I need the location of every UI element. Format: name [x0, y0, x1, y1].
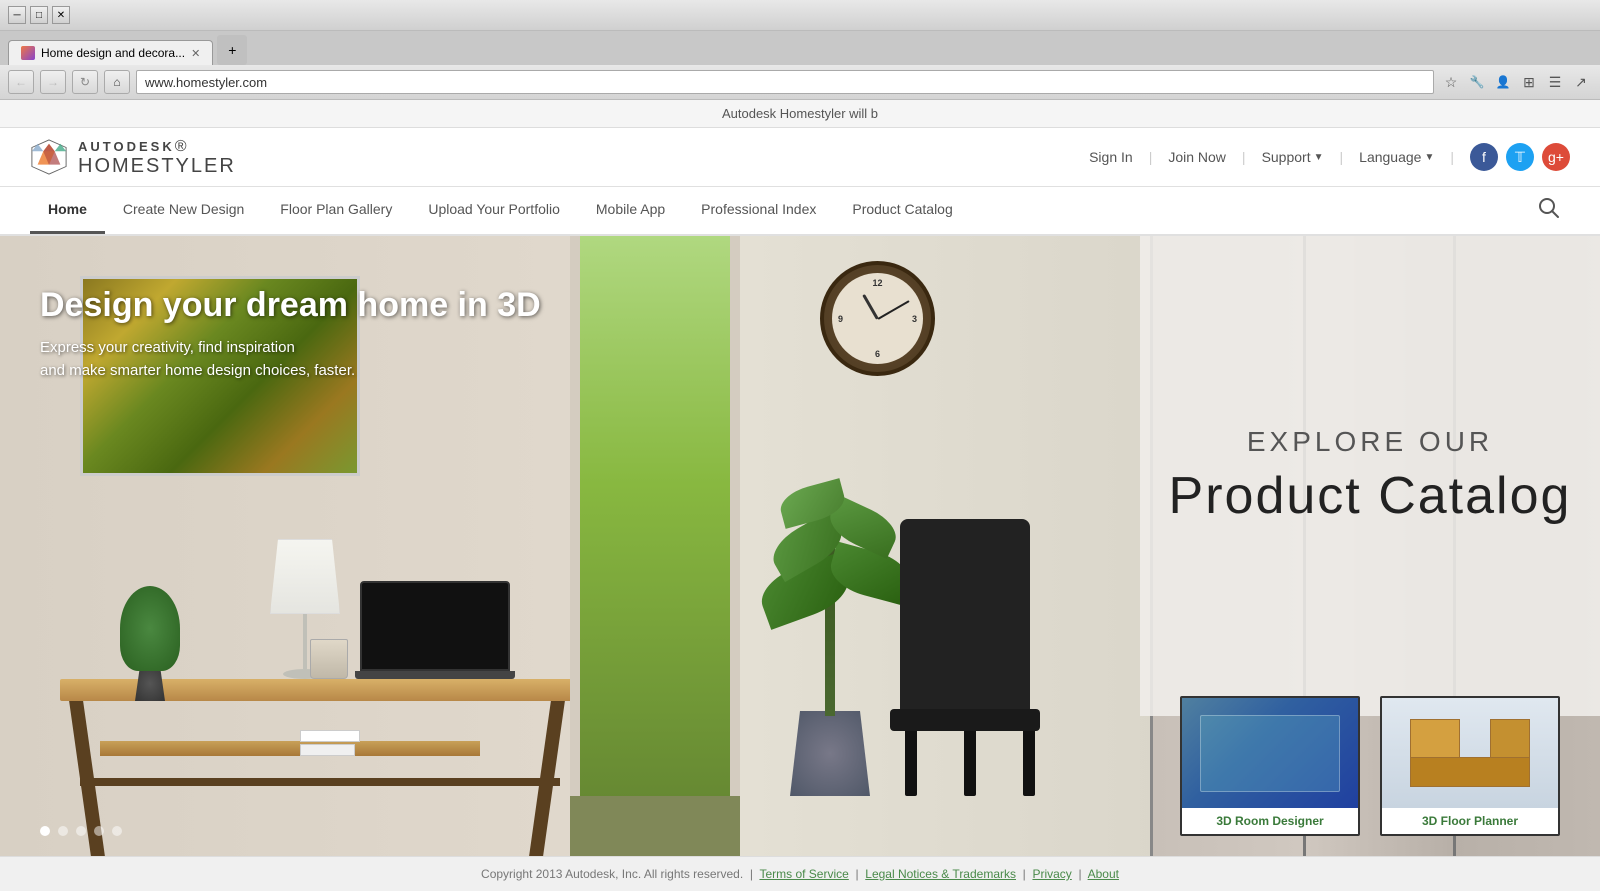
nav-item-catalog[interactable]: Product Catalog — [834, 187, 970, 234]
tab-favicon — [21, 46, 35, 60]
refresh-button[interactable]: ↻ — [72, 70, 98, 94]
floor-planner-card[interactable]: 3D Floor Planner — [1380, 696, 1560, 836]
desk-books — [300, 730, 360, 756]
footer-legal-link[interactable]: Legal Notices & Trademarks — [865, 867, 1016, 881]
desk-chair — [900, 519, 1040, 796]
bookmark-star-icon[interactable]: ☆ — [1440, 71, 1462, 93]
user-icon[interactable]: 👤 — [1492, 71, 1514, 93]
site-footer: Copyright 2013 Autodesk, Inc. All rights… — [0, 856, 1600, 891]
website-content: Autodesk Homestyler will b AUTODESK® HOM… — [0, 100, 1600, 891]
language-label: Language — [1359, 149, 1421, 165]
logo-autodesk: AUTODESK — [78, 139, 175, 154]
explore-label: EXPLORE OUR — [1247, 426, 1493, 458]
header-right: Sign In | Join Now | Support ▼ | Languag… — [1089, 143, 1570, 171]
language-chevron-icon: ▼ — [1424, 152, 1434, 163]
floor-planner-thumbnail — [1382, 698, 1558, 808]
language-menu[interactable]: Language ▼ — [1359, 149, 1434, 165]
bottom-thumbnails: 3D Room Designer 3D Floor Planner — [1180, 696, 1560, 836]
support-chevron-icon: ▼ — [1314, 152, 1324, 163]
nav-item-home[interactable]: Home — [30, 187, 105, 234]
googleplus-icon[interactable]: g+ — [1542, 143, 1570, 171]
browser-titlebar: ─ □ ✕ — [0, 0, 1600, 31]
floor-planner-label: 3D Floor Planner — [1382, 808, 1558, 834]
desk-mug — [310, 639, 348, 679]
nav-item-portfolio[interactable]: Upload Your Portfolio — [410, 187, 578, 234]
back-button[interactable]: ← — [8, 70, 34, 94]
tab-title: Home design and decora... — [41, 46, 185, 60]
window-controls[interactable]: ─ □ ✕ — [8, 6, 70, 24]
catalog-label: Product Catalog — [1169, 468, 1572, 525]
desk-shelf — [100, 741, 480, 756]
desk-plant — [120, 581, 180, 701]
dot-3[interactable] — [76, 826, 86, 836]
facebook-icon[interactable]: f — [1470, 143, 1498, 171]
hero-title: Design your dream home in 3D — [40, 286, 541, 325]
maximize-button[interactable]: □ — [30, 6, 48, 24]
footer-about-link[interactable]: About — [1088, 867, 1119, 881]
search-icon — [1538, 197, 1560, 219]
window-outdoor — [570, 236, 740, 856]
twitter-icon[interactable]: 𝕋 — [1506, 143, 1534, 171]
url-text: www.homestyler.com — [145, 75, 267, 90]
address-bar[interactable]: www.homestyler.com — [136, 70, 1434, 94]
browser-tab-active[interactable]: Home design and decora... ✕ — [8, 40, 213, 65]
menu-icon[interactable]: ☰ — [1544, 71, 1566, 93]
product-catalog-panel: EXPLORE OUR Product Catalog — [1140, 236, 1600, 716]
minimize-button[interactable]: ─ — [8, 6, 26, 24]
room-designer-label: 3D Room Designer — [1182, 808, 1358, 834]
autodesk-logo-icon — [30, 138, 68, 176]
dot-2[interactable] — [58, 826, 68, 836]
share-icon[interactable]: ↗ — [1570, 71, 1592, 93]
notification-text: Autodesk Homestyler will b — [722, 106, 878, 121]
browser-toolbar: ← → ↻ ⌂ www.homestyler.com ☆ 🔧 👤 ⊞ ☰ ↗ — [0, 65, 1600, 100]
forward-button[interactable]: → — [40, 70, 66, 94]
footer-terms-link[interactable]: Terms of Service — [759, 867, 848, 881]
toolbar-icons: ☆ 🔧 👤 ⊞ ☰ ↗ — [1440, 71, 1592, 93]
tab-bar: Home design and decora... ✕ + — [0, 31, 1600, 65]
footer-privacy-link[interactable]: Privacy — [1032, 867, 1071, 881]
logo-text: AUTODESK® HOMESTYLER — [78, 138, 236, 176]
dot-1[interactable] — [40, 826, 50, 836]
dot-4[interactable] — [94, 826, 104, 836]
home-button[interactable]: ⌂ — [104, 70, 130, 94]
nav-links: Home Create New Design Floor Plan Galler… — [30, 187, 971, 234]
logo-homestyler: HOMESTYLER — [78, 156, 236, 176]
logo-area: AUTODESK® HOMESTYLER — [30, 138, 236, 176]
social-icons: f 𝕋 g+ — [1470, 143, 1570, 171]
desk-crossbar — [80, 778, 560, 786]
nav-item-create[interactable]: Create New Design — [105, 187, 262, 234]
nav-item-mobile[interactable]: Mobile App — [578, 187, 683, 234]
hero-subtitle-line2: and make smarter home design choices, fa… — [40, 362, 355, 379]
room-designer-card[interactable]: 3D Room Designer — [1180, 696, 1360, 836]
search-button[interactable] — [1528, 187, 1570, 234]
browser-chrome: ─ □ ✕ Home design and decora... ✕ + ← → … — [0, 0, 1600, 100]
nav-item-floorplan[interactable]: Floor Plan Gallery — [262, 187, 410, 234]
footer-copyright: Copyright 2013 Autodesk, Inc. All rights… — [481, 867, 743, 881]
extensions-icon[interactable]: 🔧 — [1466, 71, 1488, 93]
hero-subtitle: Express your creativity, find inspiratio… — [40, 337, 541, 382]
support-label: Support — [1262, 149, 1311, 165]
hero-subtitle-line1: Express your creativity, find inspiratio… — [40, 339, 295, 356]
join-now-link[interactable]: Join Now — [1168, 149, 1226, 165]
site-header: AUTODESK® HOMESTYLER Sign In | Join Now … — [0, 128, 1600, 187]
hero-section: 12 3 6 9 — [0, 236, 1600, 856]
sign-in-link[interactable]: Sign In — [1089, 149, 1133, 165]
apps-icon[interactable]: ⊞ — [1518, 71, 1540, 93]
wall-clock: 12 3 6 9 — [820, 261, 935, 376]
new-tab-button[interactable]: + — [217, 35, 247, 65]
close-button[interactable]: ✕ — [52, 6, 70, 24]
room-designer-thumbnail — [1182, 698, 1358, 808]
hero-text-overlay: Design your dream home in 3D Express you… — [40, 286, 541, 382]
dot-5[interactable] — [112, 826, 122, 836]
desk-laptop — [360, 581, 515, 679]
site-nav: Home Create New Design Floor Plan Galler… — [0, 187, 1600, 236]
notification-bar: Autodesk Homestyler will b — [0, 100, 1600, 128]
tab-close-button[interactable]: ✕ — [191, 47, 200, 60]
nav-item-professional[interactable]: Professional Index — [683, 187, 834, 234]
floor-plant — [790, 711, 870, 796]
hero-dots — [40, 826, 122, 836]
support-menu[interactable]: Support ▼ — [1262, 149, 1324, 165]
